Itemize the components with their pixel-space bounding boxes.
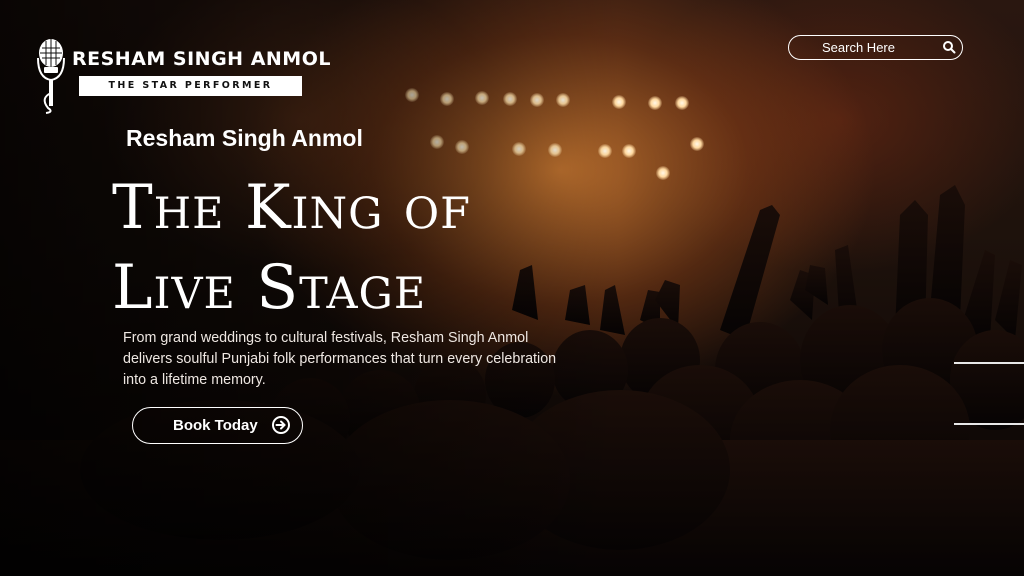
headline-line-2: Live Stage: [112, 252, 427, 323]
headline-line-1: The King of: [112, 172, 471, 243]
decorative-line: [954, 423, 1024, 425]
brand-name: RESHAM SINGH ANMOL: [72, 48, 331, 70]
book-today-button[interactable]: Book Today: [132, 407, 303, 444]
decorative-line: [954, 362, 1024, 364]
hero-description: From grand weddings to cultural festival…: [123, 330, 557, 388]
microphone-icon: [37, 39, 65, 114]
arrow-right-circle-icon: [272, 416, 290, 434]
hero-headline: The King of Live Stage: [112, 168, 632, 328]
brand-tagline: THE STAR PERFORMER: [79, 76, 302, 96]
search-icon[interactable]: [942, 40, 956, 54]
brand-logo[interactable]: RESHAM SINGH ANMOL THE STAR PERFORMER: [34, 38, 330, 114]
hero-eyebrow: Resham Singh Anmol: [126, 125, 363, 151]
book-today-label: Book Today: [173, 417, 258, 434]
search-box[interactable]: Search Here: [788, 35, 963, 60]
search-input[interactable]: Search Here: [822, 40, 895, 55]
